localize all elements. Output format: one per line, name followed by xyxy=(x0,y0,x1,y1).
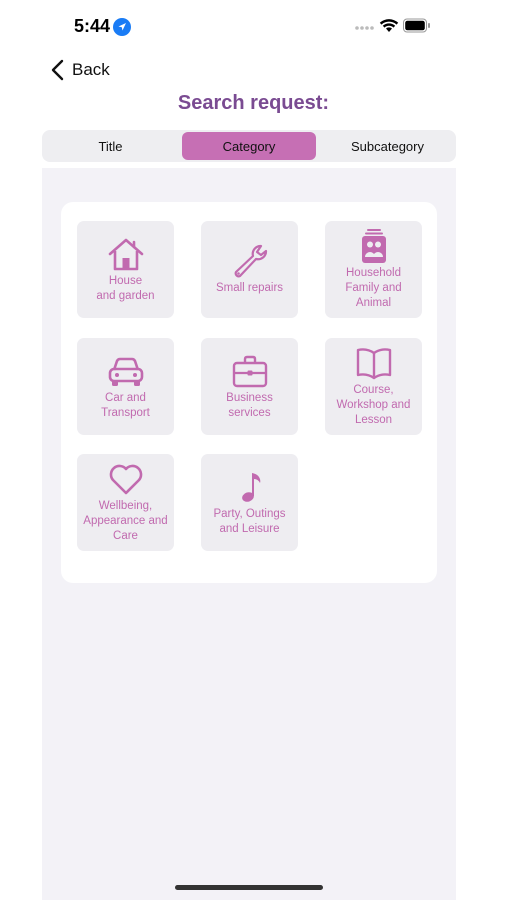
wrench-icon xyxy=(234,244,267,278)
screen: 5:44 Back Search request: Title Category… xyxy=(0,0,507,900)
chevron-left-icon xyxy=(51,59,64,81)
category-label: Party, Outings and Leisure xyxy=(213,507,286,535)
home-indicator xyxy=(175,885,323,890)
segment-subcategory[interactable]: Subcategory xyxy=(322,132,453,160)
segment-category[interactable]: Category xyxy=(182,132,316,160)
category-wellbeing-appearance-care[interactable]: Wellbeing, Appearance and Care xyxy=(77,454,174,551)
category-business-services[interactable]: Business services xyxy=(201,338,298,435)
page-title: Search request: xyxy=(177,92,330,114)
location-arrow-icon xyxy=(113,18,131,36)
category-grid-card: House and garden Small repairs Household… xyxy=(61,202,437,583)
category-label: Course, Workshop and Lesson xyxy=(336,384,411,426)
briefcase-icon xyxy=(232,355,267,387)
category-label: Business services xyxy=(226,391,273,419)
category-course-workshop-lesson[interactable]: Course, Workshop and Lesson xyxy=(325,338,422,435)
category-label: Car and Transport xyxy=(101,391,150,419)
cellular-signal-icon xyxy=(355,26,374,30)
category-label: Small repairs xyxy=(215,282,284,294)
category-label: House and garden xyxy=(96,274,155,302)
search-type-segmented-control: Title Category Subcategory xyxy=(42,130,456,162)
family-photo-icon xyxy=(361,229,386,263)
book-icon xyxy=(356,348,391,380)
music-note-icon xyxy=(241,472,260,502)
category-small-repairs[interactable]: Small repairs xyxy=(201,221,298,318)
car-icon xyxy=(108,357,143,386)
category-label: Wellbeing, Appearance and Care xyxy=(83,500,168,542)
house-icon xyxy=(108,238,143,270)
segment-title[interactable]: Title xyxy=(45,132,176,160)
back-button[interactable]: Back xyxy=(50,57,110,83)
category-household-family-animal[interactable]: Household Family and Animal xyxy=(325,221,422,318)
category-house-and-garden[interactable]: House and garden xyxy=(77,221,174,318)
category-party-outings-leisure[interactable]: Party, Outings and Leisure xyxy=(201,454,298,551)
status-bar: 5:44 xyxy=(0,0,507,50)
wifi-icon xyxy=(379,19,399,32)
back-label: Back xyxy=(72,60,110,79)
battery-icon xyxy=(403,18,430,33)
heart-icon xyxy=(109,464,142,495)
category-label: Household Family and Animal xyxy=(345,267,402,309)
category-car-and-transport[interactable]: Car and Transport xyxy=(77,338,174,435)
status-time: 5:44 xyxy=(74,16,111,36)
